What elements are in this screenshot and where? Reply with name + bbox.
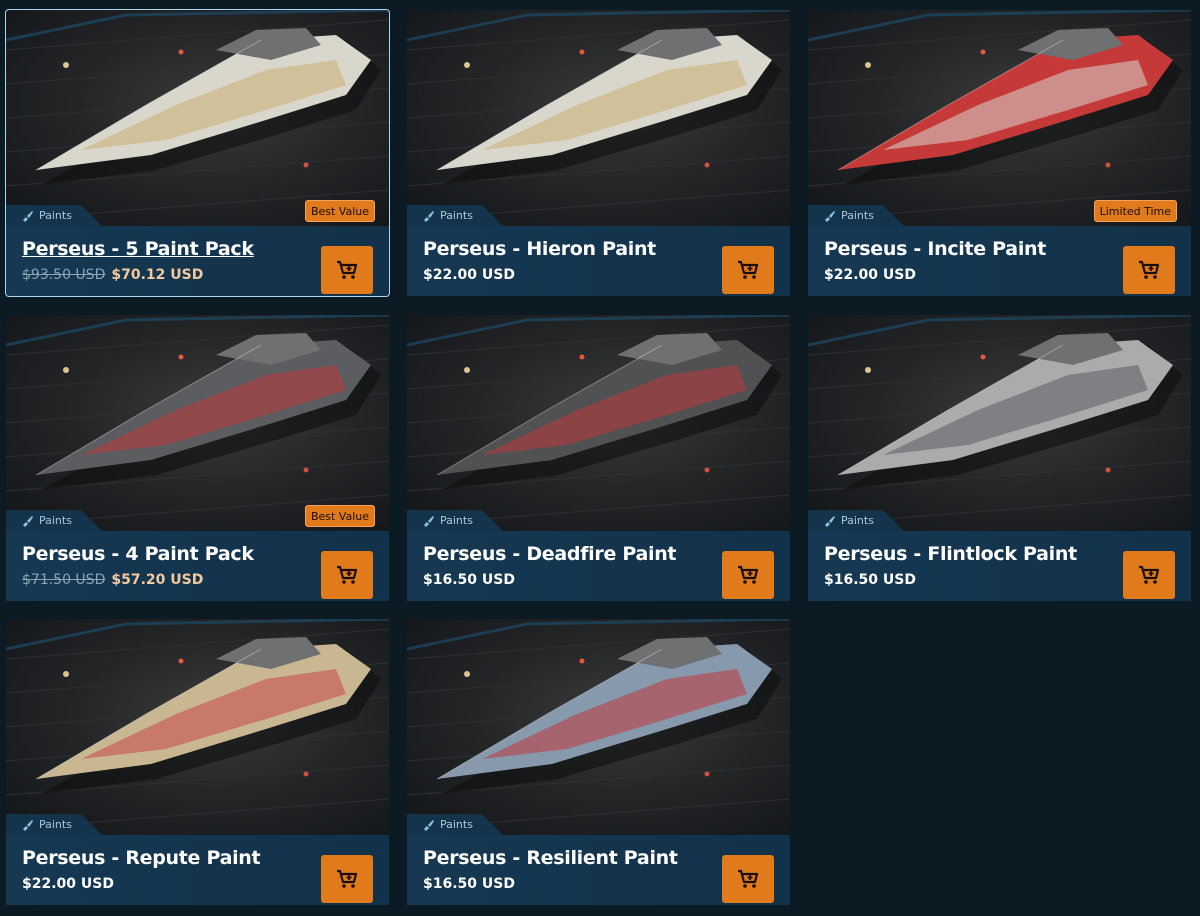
- promo-badge: Best Value: [304, 505, 375, 527]
- price-row: $16.50 USD: [423, 572, 515, 588]
- product-title[interactable]: Perseus - Deadfire Paint: [423, 543, 677, 565]
- add-to-cart-button[interactable]: [722, 551, 774, 599]
- paint-brush-icon: [822, 209, 836, 223]
- product-info: Perseus - Hieron Paint $22.00 USD: [407, 226, 790, 296]
- product-image[interactable]: [808, 10, 1191, 226]
- product-title[interactable]: Perseus - 5 Paint Pack: [22, 238, 254, 260]
- paint-brush-icon: [421, 209, 435, 223]
- ship-render: [407, 315, 790, 526]
- category-label: Paints: [39, 209, 72, 222]
- product-info: Perseus - Resilient Paint $16.50 USD: [407, 835, 790, 905]
- category-label: Paints: [841, 514, 874, 527]
- ship-render: [808, 10, 1191, 221]
- paint-brush-icon: [20, 514, 34, 528]
- product-info: Perseus - Incite Paint $22.00 USD: [808, 226, 1191, 296]
- product-title[interactable]: Perseus - 4 Paint Pack: [22, 543, 254, 565]
- current-price: $16.50 USD: [423, 572, 515, 588]
- ship-render: [407, 10, 790, 221]
- product-title[interactable]: Perseus - Incite Paint: [824, 238, 1046, 260]
- current-price: $22.00 USD: [423, 267, 515, 283]
- product-title[interactable]: Perseus - Repute Paint: [22, 847, 261, 869]
- ship-render: [6, 619, 389, 830]
- add-to-cart-button[interactable]: [1123, 551, 1175, 599]
- category-label: Paints: [39, 514, 72, 527]
- ship-render: [6, 315, 389, 526]
- product-card[interactable]: Paints Perseus - Hieron Paint $22.00 USD: [407, 10, 790, 296]
- add-to-cart-button[interactable]: [722, 855, 774, 903]
- product-image[interactable]: [6, 10, 389, 226]
- product-card[interactable]: Paints Perseus - Repute Paint $22.00 USD: [6, 619, 389, 905]
- cart-icon: [738, 869, 759, 888]
- product-image[interactable]: [407, 619, 790, 835]
- product-image[interactable]: [407, 10, 790, 226]
- cart-icon: [337, 869, 358, 888]
- product-image[interactable]: [6, 315, 389, 531]
- product-card[interactable]: Paints Perseus - Resilient Paint $16.50 …: [407, 619, 790, 905]
- price-row: $22.00 USD: [824, 267, 916, 283]
- cart-icon: [738, 260, 759, 279]
- promo-badge: Best Value: [304, 200, 375, 222]
- product-grid: Paints Best Value Perseus - 5 Paint Pack…: [0, 0, 1200, 916]
- cart-icon: [1139, 565, 1160, 584]
- add-to-cart-button[interactable]: [722, 246, 774, 294]
- product-info: Perseus - 5 Paint Pack $93.50 USD $70.12 …: [6, 226, 389, 296]
- paint-brush-icon: [421, 818, 435, 832]
- category-label: Paints: [39, 818, 72, 831]
- price-row: $22.00 USD: [423, 267, 515, 283]
- product-card[interactable]: Paints Limited Time Perseus - Incite Pai…: [808, 10, 1191, 296]
- cart-icon: [337, 260, 358, 279]
- product-card[interactable]: Paints Perseus - Flintlock Paint $16.50 …: [808, 315, 1191, 601]
- category-label: Paints: [440, 514, 473, 527]
- price-row: $16.50 USD: [423, 876, 515, 892]
- price-row: $71.50 USD $57.20 USD: [22, 572, 203, 588]
- old-price: $93.50 USD: [22, 267, 106, 283]
- add-to-cart-button[interactable]: [1123, 246, 1175, 294]
- cart-icon: [738, 565, 759, 584]
- price-row: $22.00 USD: [22, 876, 114, 892]
- ship-render: [407, 619, 790, 830]
- current-price: $16.50 USD: [423, 876, 515, 892]
- cart-icon: [337, 565, 358, 584]
- current-price: $70.12 USD: [111, 267, 204, 283]
- category-label: Paints: [841, 209, 874, 222]
- product-info: Perseus - Deadfire Paint $16.50 USD: [407, 531, 790, 601]
- category-label: Paints: [440, 818, 473, 831]
- paint-brush-icon: [822, 514, 836, 528]
- add-to-cart-button[interactable]: [321, 855, 373, 903]
- current-price: $57.20 USD: [111, 572, 204, 588]
- product-card[interactable]: Paints Best Value Perseus - 4 Paint Pack…: [6, 315, 389, 601]
- add-to-cart-button[interactable]: [321, 246, 373, 294]
- paint-brush-icon: [421, 514, 435, 528]
- add-to-cart-button[interactable]: [321, 551, 373, 599]
- paint-brush-icon: [20, 818, 34, 832]
- product-card[interactable]: Paints Perseus - Deadfire Paint $16.50 U…: [407, 315, 790, 601]
- ship-render: [6, 10, 389, 221]
- current-price: $22.00 USD: [22, 876, 114, 892]
- product-title[interactable]: Perseus - Flintlock Paint: [824, 543, 1077, 565]
- product-title[interactable]: Perseus - Resilient Paint: [423, 847, 678, 869]
- paint-brush-icon: [20, 209, 34, 223]
- promo-badge: Limited Time: [1093, 200, 1177, 222]
- price-row: $16.50 USD: [824, 572, 916, 588]
- product-info: Perseus - Flintlock Paint $16.50 USD: [808, 531, 1191, 601]
- product-info: Perseus - Repute Paint $22.00 USD: [6, 835, 389, 905]
- current-price: $22.00 USD: [824, 267, 916, 283]
- product-image[interactable]: [6, 619, 389, 835]
- old-price: $71.50 USD: [22, 572, 106, 588]
- cart-icon: [1139, 260, 1160, 279]
- product-image[interactable]: [808, 315, 1191, 531]
- price-row: $93.50 USD $70.12 USD: [22, 267, 203, 283]
- product-title[interactable]: Perseus - Hieron Paint: [423, 238, 656, 260]
- category-label: Paints: [440, 209, 473, 222]
- ship-render: [808, 315, 1191, 526]
- product-info: Perseus - 4 Paint Pack $71.50 USD $57.20 …: [6, 531, 389, 601]
- product-image[interactable]: [407, 315, 790, 531]
- product-card[interactable]: Paints Best Value Perseus - 5 Paint Pack…: [5, 9, 390, 297]
- current-price: $16.50 USD: [824, 572, 916, 588]
